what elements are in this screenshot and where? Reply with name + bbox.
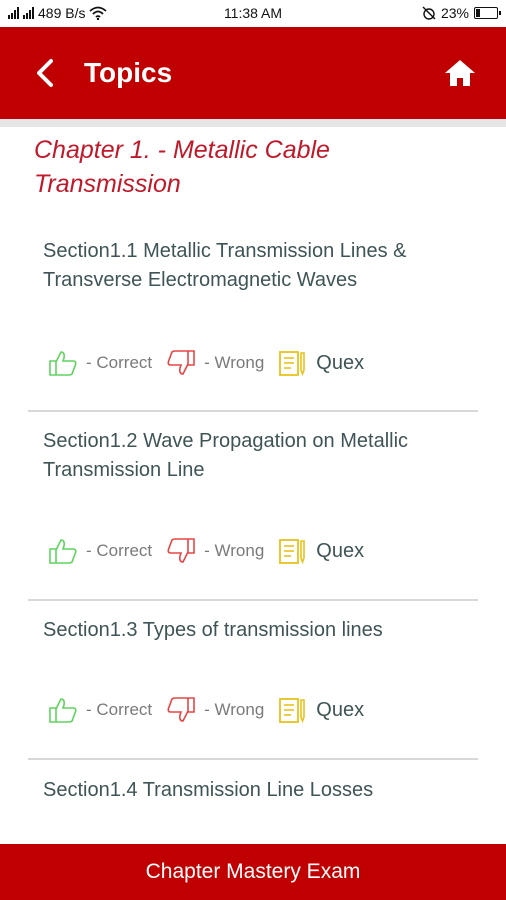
section-item[interactable]: Section1.1 Metallic Transmission Lines &… bbox=[28, 237, 478, 295]
divider bbox=[28, 410, 478, 412]
correct-label: - Correct bbox=[86, 541, 153, 560]
thumbs-down-icon bbox=[167, 697, 195, 722]
divider bbox=[28, 758, 478, 760]
battery-icon bbox=[474, 7, 501, 19]
wrong-label: - Wrong bbox=[204, 353, 265, 372]
section-item[interactable]: Section1.3 Types of transmission lines bbox=[28, 616, 478, 645]
thumbs-up-icon bbox=[49, 698, 77, 723]
section-title: Section1.1 Metallic Transmission Lines &… bbox=[43, 240, 407, 291]
header-separator bbox=[0, 119, 506, 127]
thumbs-down-icon bbox=[167, 538, 195, 563]
section-actions: - Correct - Wrong Quex bbox=[48, 695, 378, 725]
thumbs-up-icon bbox=[49, 351, 77, 376]
quex-action[interactable]: Quex bbox=[278, 537, 364, 565]
battery-percent: 23% bbox=[440, 5, 469, 21]
status-right: 23% bbox=[422, 5, 501, 21]
page-title: Topics bbox=[84, 57, 173, 88]
quex-label: Quex bbox=[316, 698, 365, 721]
wrong-label: - Wrong bbox=[204, 541, 265, 560]
home-button[interactable] bbox=[440, 55, 480, 91]
notepad-icon bbox=[279, 351, 306, 377]
quex-action[interactable]: Quex bbox=[278, 349, 364, 377]
quex-label: Quex bbox=[316, 539, 365, 562]
wrong-action[interactable]: - Wrong bbox=[166, 350, 264, 376]
quex-action[interactable]: Quex bbox=[278, 696, 364, 724]
correct-action[interactable]: - Correct bbox=[48, 350, 152, 376]
correct-action[interactable]: - Correct bbox=[48, 697, 152, 723]
correct-action[interactable]: - Correct bbox=[48, 538, 152, 564]
chevron-left-icon bbox=[37, 59, 53, 87]
correct-label: - Correct bbox=[86, 700, 153, 719]
wrong-label: - Wrong bbox=[204, 700, 265, 719]
app-bar: Topics bbox=[0, 27, 506, 119]
battery-fill bbox=[476, 9, 480, 17]
notepad-icon bbox=[279, 698, 306, 724]
topics-list: Chapter 1. - Metallic Cable Transmission… bbox=[0, 127, 506, 844]
correct-label: - Correct bbox=[86, 353, 153, 372]
alarm-off-icon bbox=[422, 6, 436, 20]
section-actions: - Correct - Wrong Quex bbox=[48, 536, 378, 566]
thumbs-down-icon bbox=[167, 350, 195, 375]
wrong-action[interactable]: - Wrong bbox=[166, 538, 264, 564]
section-title: Section1.4 Transmission Line Losses bbox=[43, 779, 374, 801]
wrong-action[interactable]: - Wrong bbox=[166, 697, 264, 723]
divider bbox=[28, 599, 478, 601]
status-bar: 489 B/s 11:38 AM 23% bbox=[0, 0, 506, 27]
section-title: Section1.2 Wave Propagation on Metallic … bbox=[43, 430, 409, 481]
back-button[interactable] bbox=[30, 55, 60, 91]
section-item[interactable]: Section1.4 Transmission Line Losses bbox=[28, 776, 478, 805]
chapter-mastery-exam-button[interactable]: Chapter Mastery Exam bbox=[0, 844, 506, 900]
section-title: Section1.3 Types of transmission lines bbox=[43, 619, 383, 641]
notepad-icon bbox=[279, 539, 306, 565]
thumbs-up-icon bbox=[49, 539, 77, 564]
quex-label: Quex bbox=[316, 351, 365, 374]
chapter-title: Chapter 1. - Metallic Cable Transmission bbox=[34, 136, 330, 198]
home-icon bbox=[445, 60, 475, 86]
section-item[interactable]: Section1.2 Wave Propagation on Metallic … bbox=[28, 427, 478, 485]
section-actions: - Correct - Wrong Quex bbox=[48, 348, 378, 378]
chapter-mastery-exam-label: Chapter Mastery Exam bbox=[145, 860, 361, 883]
